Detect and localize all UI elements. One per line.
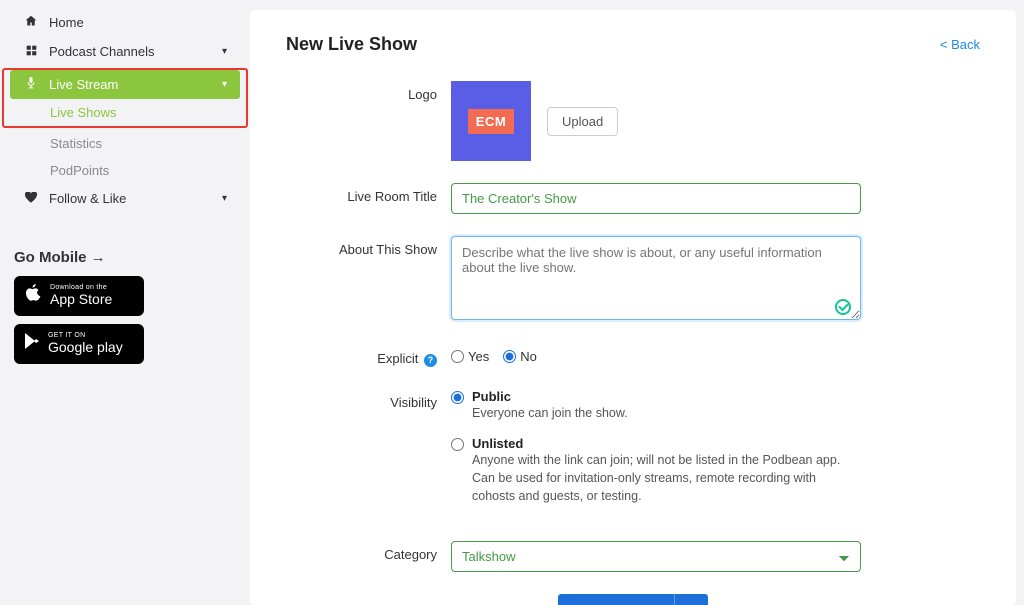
logo-label: Logo <box>286 81 451 102</box>
apple-icon <box>24 283 42 309</box>
nav-podpoints[interactable]: PodPoints <box>10 157 240 184</box>
explicit-yes-option[interactable]: Yes <box>451 349 489 364</box>
grid-icon <box>23 45 39 59</box>
chevron-down-icon: ▾ <box>222 79 227 90</box>
google-play-icon <box>24 332 40 356</box>
go-mobile-heading: Go Mobile → <box>14 249 236 266</box>
visibility-public-desc: Everyone can join the show. <box>472 406 628 420</box>
nav-label: Live Stream <box>49 77 222 92</box>
explicit-no-radio[interactable] <box>503 350 516 363</box>
start-now-dropdown[interactable]: ▴ <box>674 594 708 605</box>
category-label: Category <box>286 541 451 572</box>
about-label: About This Show <box>286 236 451 323</box>
nav-live-shows[interactable]: Live Shows <box>10 99 240 126</box>
badge-big-text: App Store <box>50 292 112 307</box>
logo-inner-text: ECM <box>468 109 514 134</box>
logo-preview: ECM <box>451 81 531 161</box>
app-store-badge[interactable]: Download on the App Store <box>14 276 144 316</box>
start-now-button[interactable]: Start now <box>558 594 673 605</box>
visibility-label: Visibility <box>286 389 451 520</box>
title-label: Live Room Title <box>286 183 451 214</box>
visibility-public-radio[interactable] <box>451 391 464 404</box>
nav-label: Podcast Channels <box>49 44 222 59</box>
page-title: New Live Show <box>286 34 417 55</box>
sidebar: Home Podcast Channels ▾ Live Stream ▾ <box>0 0 250 605</box>
badge-big-text: Google play <box>48 340 123 355</box>
visibility-unlisted-title: Unlisted <box>472 436 523 451</box>
explicit-yes-radio[interactable] <box>451 350 464 363</box>
category-select[interactable]: Talkshow <box>451 541 861 572</box>
upload-button[interactable]: Upload <box>547 107 618 136</box>
google-play-badge[interactable]: GET IT ON Google play <box>14 324 144 364</box>
nav-follow-like[interactable]: Follow & Like ▾ <box>10 184 240 213</box>
visibility-public-title: Public <box>472 389 511 404</box>
chevron-down-icon: ▾ <box>222 193 227 204</box>
help-icon[interactable]: ? <box>424 354 437 367</box>
visibility-unlisted-radio[interactable] <box>451 438 464 451</box>
nav-live-stream[interactable]: Live Stream ▾ <box>10 70 240 99</box>
highlight-box: Live Stream ▾ Live Shows <box>2 68 248 128</box>
heart-icon <box>23 192 39 206</box>
visibility-public-option[interactable]: Public Everyone can join the show. <box>451 389 861 422</box>
home-icon <box>23 15 39 30</box>
nav-home[interactable]: Home <box>10 8 240 37</box>
visibility-unlisted-option[interactable]: Unlisted Anyone with the link can join; … <box>451 436 861 505</box>
visibility-unlisted-desc: Anyone with the link can join; will not … <box>472 453 840 503</box>
start-now-split-button[interactable]: Start now ▴ <box>558 594 707 605</box>
main-panel: New Live Show < Back Logo ECM Upload Liv… <box>250 10 1016 605</box>
go-mobile-section: Go Mobile → Download on the App Store GE… <box>10 249 240 364</box>
nav-podcast-channels[interactable]: Podcast Channels ▾ <box>10 37 240 66</box>
chevron-down-icon: ▾ <box>222 46 227 57</box>
explicit-no-option[interactable]: No <box>503 349 537 364</box>
nav-label: Home <box>49 15 227 30</box>
live-room-title-input[interactable] <box>451 183 861 214</box>
explicit-label: Explicit ? <box>286 345 451 367</box>
about-textarea[interactable] <box>451 236 861 320</box>
nav-statistics[interactable]: Statistics <box>10 130 240 157</box>
back-link[interactable]: < Back <box>940 37 980 52</box>
nav-label: Follow & Like <box>49 191 222 206</box>
microphone-icon <box>23 77 39 92</box>
